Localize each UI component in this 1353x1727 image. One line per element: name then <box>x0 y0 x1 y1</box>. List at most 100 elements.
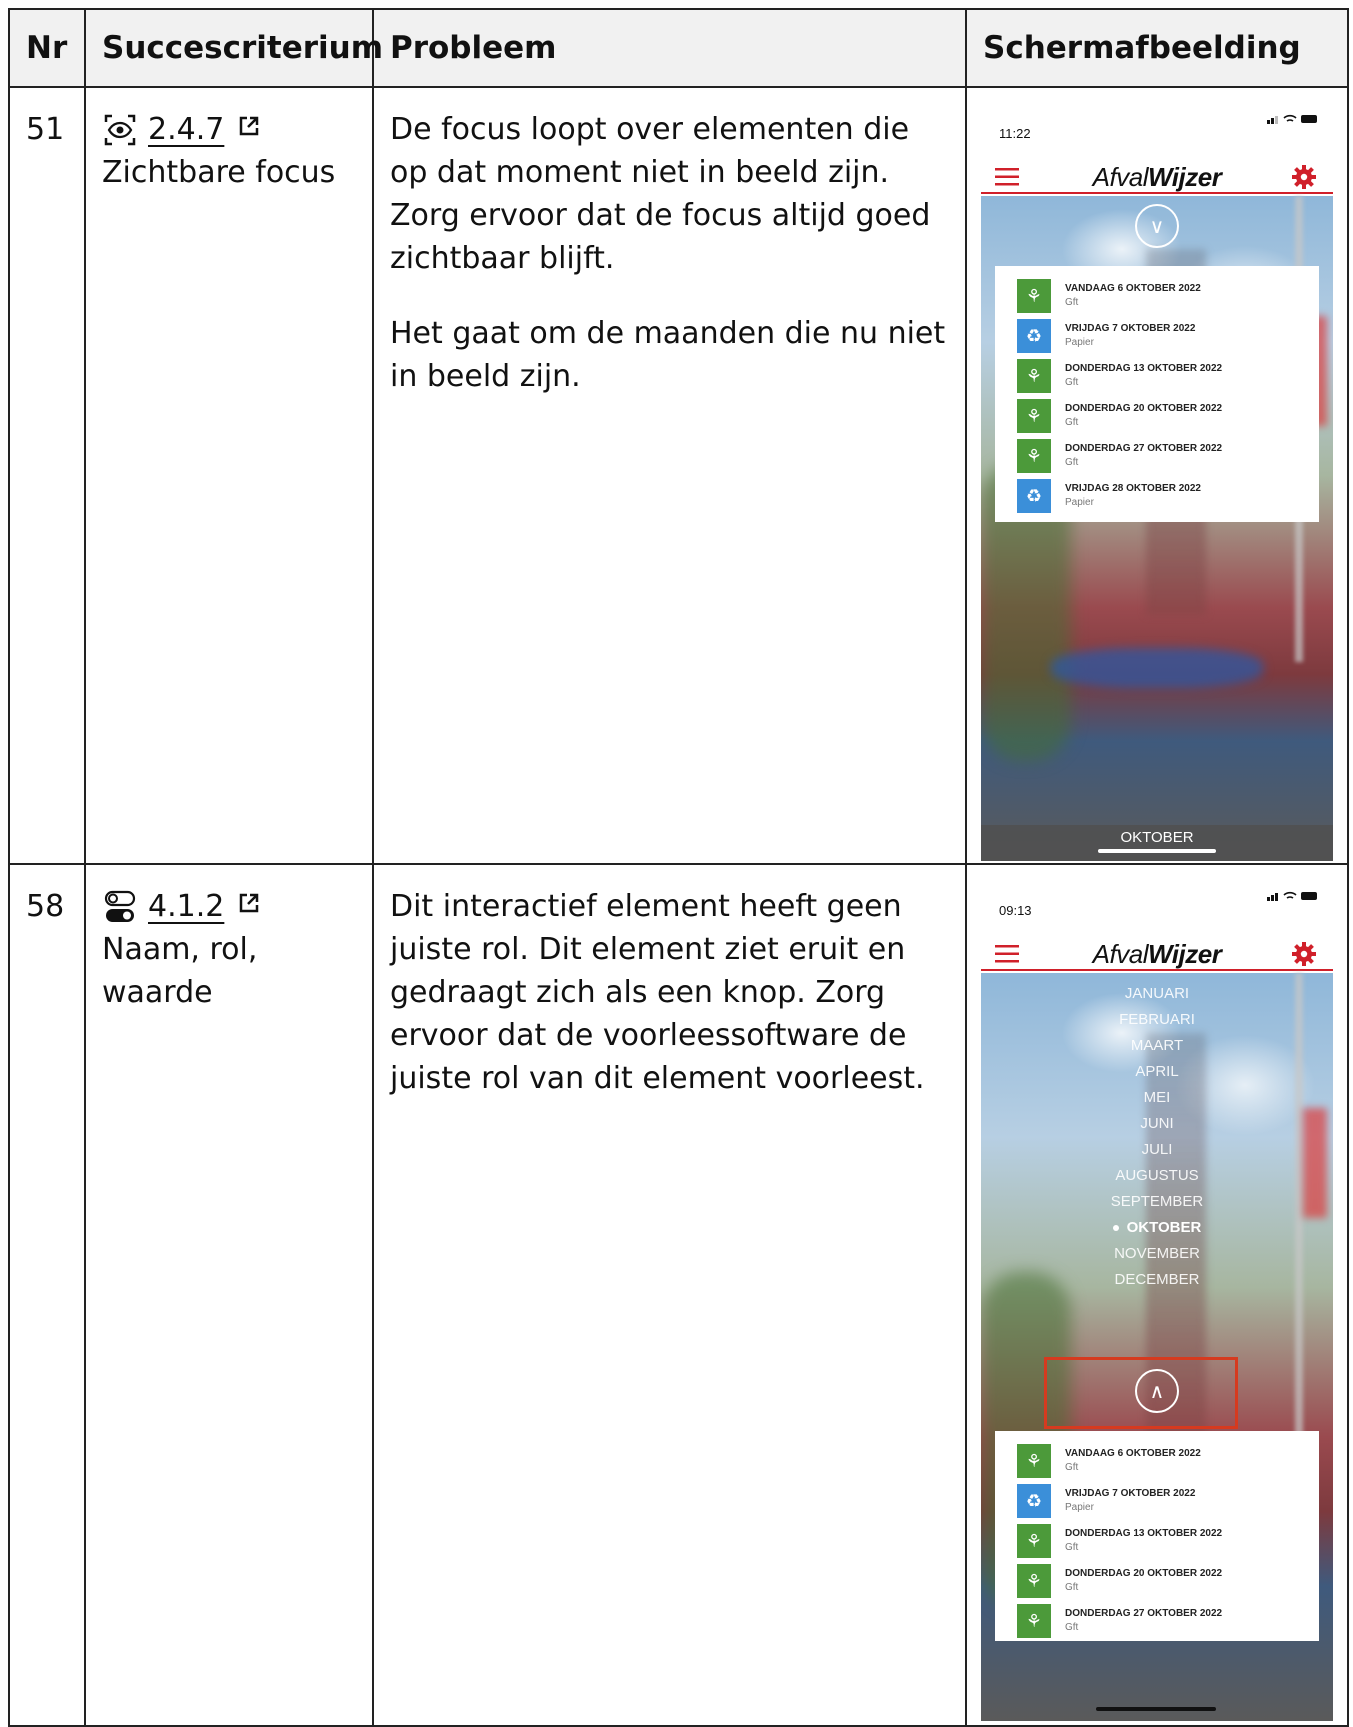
header-criterion: Succescriterium <box>84 8 383 88</box>
month-item[interactable]: MAART <box>981 1033 1333 1059</box>
waste-type: Gft <box>1065 297 1079 308</box>
row-number: 51 <box>8 86 86 865</box>
waste-type: Gft <box>1065 377 1079 388</box>
screenshot-cell: 11:22 AfvalWijzer ∨ ⚘ VANDAAG 6 OKTOBER … <box>965 86 1349 865</box>
app-logo: AfvalWijzer <box>1092 162 1222 192</box>
month-list: JANUARI FEBRUARI MAART APRIL MEI JUNI JULI AUGU… <box>981 981 1333 1293</box>
month-item[interactable]: DECEMBER <box>981 1267 1333 1293</box>
month-item[interactable]: JULI <box>981 1137 1333 1163</box>
month-item[interactable]: OKTOBER <box>981 1215 1333 1241</box>
collection-date: VANDAAG 6 OKTOBER 2022 <box>1065 1448 1201 1459</box>
month-item[interactable]: JUNI <box>981 1111 1333 1137</box>
signal-wifi-battery-icon <box>1267 114 1317 124</box>
table-row: 51 2.4.7 Zichtbare focus De focus loopt … <box>8 86 1349 865</box>
collection-date: DONDERDAG 13 OKTOBER 2022 <box>1065 1528 1223 1539</box>
screenshot-cell: 09:13 AfvalWijzer JANUARI FEBRUARI MAART… <box>965 863 1349 1727</box>
waste-type: Gft <box>1065 1462 1079 1473</box>
toggle-switch-icon <box>104 890 136 922</box>
signal-wifi-battery-icon <box>1267 891 1317 901</box>
app-screenshot: 11:22 AfvalWijzer ∨ ⚘ VANDAAG 6 OKTOBER … <box>981 104 1333 861</box>
collection-date: DONDERDAG 27 OKTOBER 2022 <box>1065 443 1223 454</box>
criterion-code: 2.4.7 <box>148 112 225 147</box>
problem-paragraph: Het gaat om de maanden die nu niet in be… <box>390 316 946 394</box>
waste-type: Gft <box>1065 417 1079 428</box>
current-month-label: OKTOBER <box>1120 829 1194 846</box>
list-item[interactable]: ⚘ DONDERDAG 20 OKTOBER 2022 Gft <box>995 1561 1319 1601</box>
organic-waste-icon: ⚘ <box>1017 1564 1051 1598</box>
status-bar: 09:13 <box>981 881 1333 918</box>
list-item[interactable]: ⚘ DONDERDAG 27 OKTOBER 2022 Gft <box>995 436 1319 476</box>
app-header: AfvalWijzer <box>981 134 1333 194</box>
list-item[interactable]: ⚘ DONDERDAG 27 OKTOBER 2022 Gft <box>995 1601 1319 1641</box>
findings-table: Nr Succescriterium Probleem Schermafbeel… <box>8 8 1349 1727</box>
collection-date: DONDERDAG 13 OKTOBER 2022 <box>1065 363 1223 374</box>
paper-bin-icon: ♻ <box>1017 319 1051 353</box>
list-item[interactable]: ⚘ VANDAAG 6 OKTOBER 2022 Gft <box>995 276 1319 316</box>
organic-waste-icon: ⚘ <box>1017 1604 1051 1638</box>
month-indicator-bar[interactable]: OKTOBER <box>981 825 1333 861</box>
status-bar: 11:22 <box>981 104 1333 141</box>
organic-waste-icon: ⚘ <box>1017 1444 1051 1478</box>
gear-icon[interactable] <box>1291 164 1317 190</box>
month-item[interactable]: FEBRUARI <box>981 1007 1333 1033</box>
month-item[interactable]: SEPTEMBER <box>981 1189 1333 1215</box>
problem-cell: Dit interactief element heeft geen juist… <box>372 863 967 1727</box>
list-item[interactable]: ♻ VRIJDAG 28 OKTOBER 2022 Papier <box>995 476 1319 516</box>
app-screenshot: 09:13 AfvalWijzer JANUARI FEBRUARI MAART… <box>981 881 1333 1721</box>
criterion-cell: 2.4.7 Zichtbare focus <box>84 86 374 865</box>
chevron-down-icon[interactable]: ∨ <box>1135 204 1179 248</box>
collection-date: VANDAAG 6 OKTOBER 2022 <box>1065 283 1201 294</box>
home-indicator <box>1098 849 1216 853</box>
list-item[interactable]: ⚘ VANDAAG 6 OKTOBER 2022 Gft <box>995 1441 1319 1481</box>
list-item[interactable]: ⚘ DONDERDAG 13 OKTOBER 2022 Gft <box>995 1521 1319 1561</box>
chevron-up-icon[interactable]: ∧ <box>1135 1369 1179 1413</box>
header-screenshot: Schermafbeelding <box>965 8 1349 88</box>
waste-type: Gft <box>1065 1622 1079 1633</box>
list-item[interactable]: ♻ VRIJDAG 7 OKTOBER 2022 Papier <box>995 1481 1319 1521</box>
collection-list: ⚘ VANDAAG 6 OKTOBER 2022 Gft ♻ VRIJDAG 7 OKT… <box>995 1431 1319 1641</box>
organic-waste-icon: ⚘ <box>1017 439 1051 473</box>
waste-type: Gft <box>1065 1582 1079 1593</box>
waste-type: Gft <box>1065 1542 1079 1553</box>
waste-type: Papier <box>1065 337 1094 348</box>
list-item[interactable]: ⚘ DONDERDAG 20 OKTOBER 2022 Gft <box>995 396 1319 436</box>
collection-date: DONDERDAG 20 OKTOBER 2022 <box>1065 1568 1223 1579</box>
organic-waste-icon: ⚘ <box>1017 399 1051 433</box>
waste-type: Gft <box>1065 457 1079 468</box>
criterion-link[interactable]: 2.4.7 <box>148 108 224 151</box>
list-item[interactable]: ⚘ DONDERDAG 13 OKTOBER 2022 Gft <box>995 356 1319 396</box>
header-nr: Nr <box>8 8 86 88</box>
criterion-link[interactable]: 4.1.2 <box>148 885 224 928</box>
external-link-icon <box>240 116 259 135</box>
app-logo: AfvalWijzer <box>1092 939 1222 969</box>
paper-bin-icon: ♻ <box>1017 479 1051 513</box>
month-item[interactable]: MEI <box>981 1085 1333 1111</box>
collection-list: ⚘ VANDAAG 6 OKTOBER 2022 Gft ♻ VRIJDAG 7 OKT… <box>995 266 1319 522</box>
criterion-name: Zichtbare focus <box>102 155 336 190</box>
organic-waste-icon: ⚘ <box>1017 279 1051 313</box>
criterion-code: 4.1.2 <box>148 889 225 924</box>
collection-date: VRIJDAG 7 OKTOBER 2022 <box>1065 323 1196 334</box>
month-item[interactable]: APRIL <box>981 1059 1333 1085</box>
problem-cell: De focus loopt over elementen die op dat… <box>372 86 967 865</box>
month-item[interactable]: AUGUSTUS <box>981 1163 1333 1189</box>
criterion-name: Naam, rol, waarde <box>102 932 258 1010</box>
organic-waste-icon: ⚘ <box>1017 359 1051 393</box>
app-header: AfvalWijzer <box>981 911 1333 971</box>
list-item[interactable]: ♻ VRIJDAG 7 OKTOBER 2022 Papier <box>995 316 1319 356</box>
paper-bin-icon: ♻ <box>1017 1484 1051 1518</box>
external-link-icon <box>240 893 259 912</box>
problem-paragraph: Dit interactief element heeft geen juist… <box>390 889 925 1096</box>
gear-icon[interactable] <box>1291 941 1317 967</box>
problem-paragraph: De focus loopt over elementen die op dat… <box>390 112 931 276</box>
eye-focus-icon <box>104 114 136 145</box>
table-header-row: Nr Succescriterium Probleem Schermafbeel… <box>8 8 1349 88</box>
month-item[interactable]: JANUARI <box>981 981 1333 1007</box>
waste-type: Papier <box>1065 1502 1094 1513</box>
month-item[interactable]: NOVEMBER <box>981 1241 1333 1267</box>
collection-date: DONDERDAG 27 OKTOBER 2022 <box>1065 1608 1223 1619</box>
organic-waste-icon: ⚘ <box>1017 1524 1051 1558</box>
row-number: 58 <box>8 863 86 1727</box>
waste-type: Papier <box>1065 497 1094 508</box>
table-row: 58 4.1.2 Naam, rol, waarde Dit interacti… <box>8 863 1349 1727</box>
